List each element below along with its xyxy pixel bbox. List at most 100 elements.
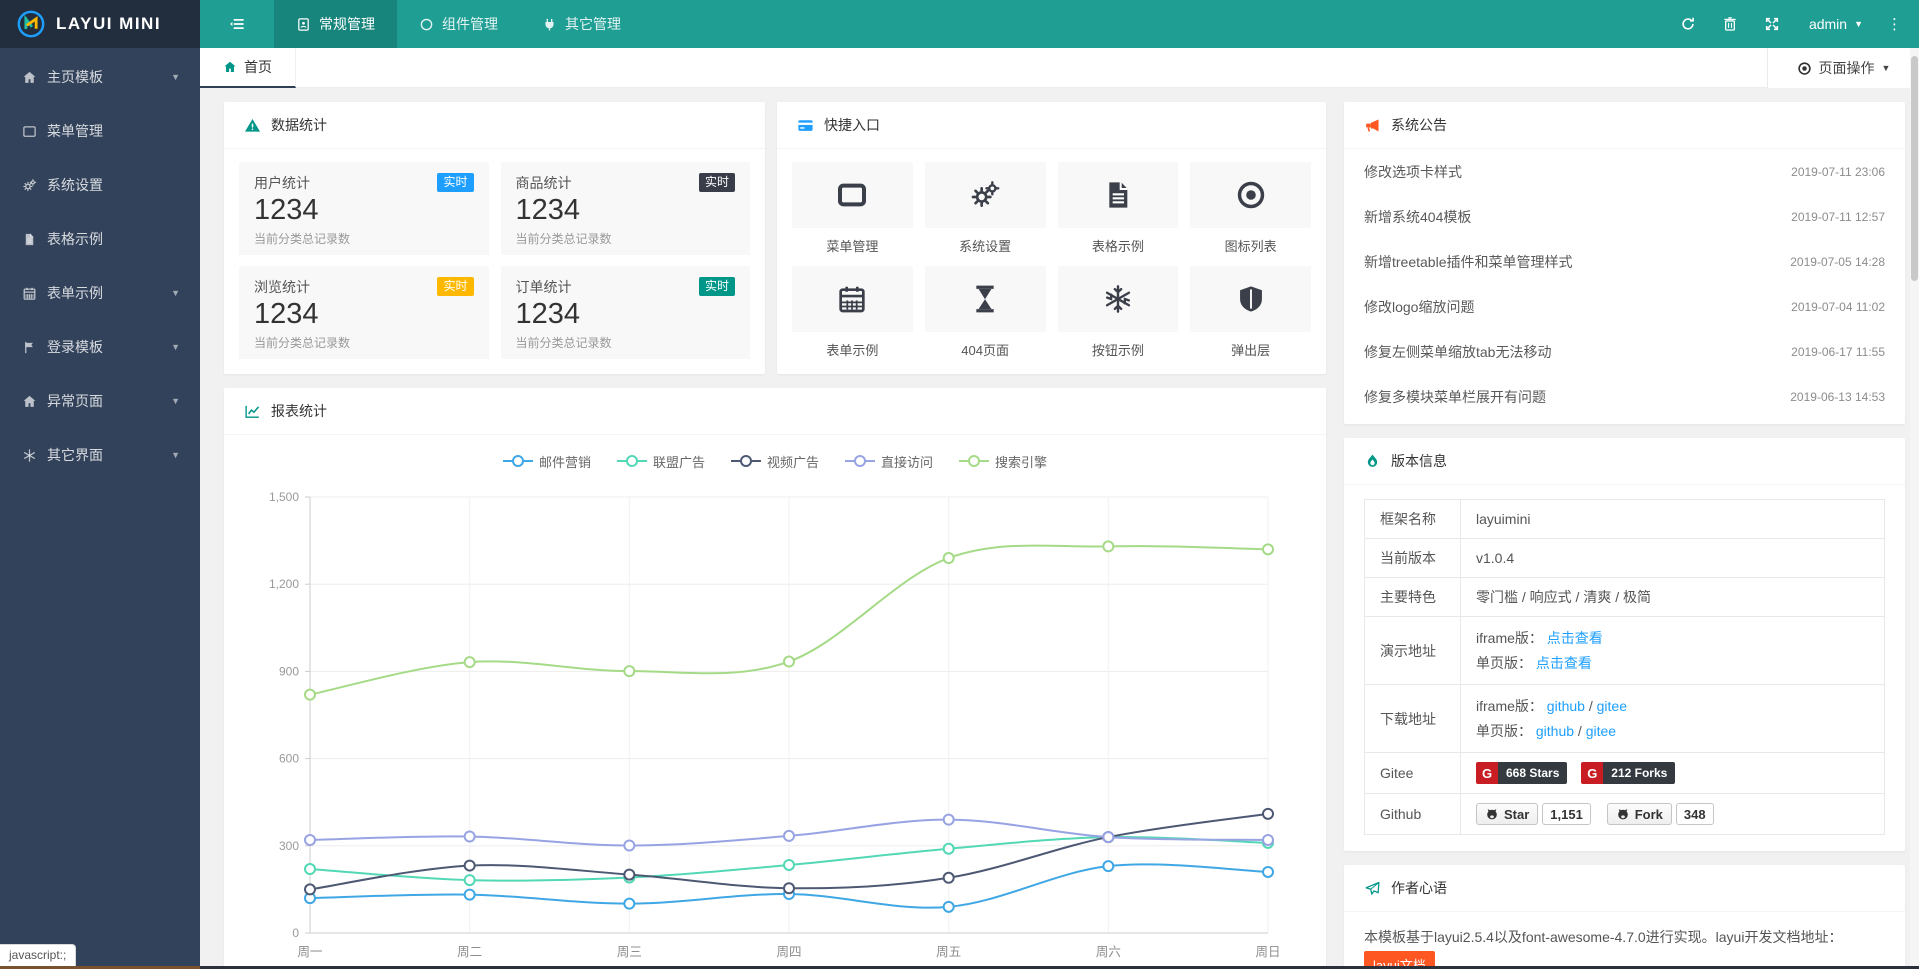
download-iframe-gitee-link[interactable]: gitee <box>1597 698 1627 714</box>
card-title: 版本信息 <box>1391 451 1447 471</box>
sidebar-item-table-example[interactable]: 表格示例 <box>0 214 200 264</box>
legend-item-视频广告[interactable]: 视频广告 <box>731 452 819 471</box>
github-fork-count[interactable]: 348 <box>1676 803 1714 825</box>
download-spa-github-link[interactable]: github <box>1536 723 1574 739</box>
sidebar-toggle-button[interactable] <box>200 0 274 48</box>
sidebar-item-label: 系统设置 <box>47 175 103 195</box>
legend-item-联盟广告[interactable]: 联盟广告 <box>617 452 705 471</box>
quick-item-form-example[interactable]: 表单示例 <box>792 266 913 364</box>
sidebar-item-home-templates[interactable]: 主页模板 ▼ <box>0 52 200 102</box>
gitee-stars-badge[interactable]: G668 Stars <box>1476 762 1567 784</box>
quick-item-icon-list[interactable]: 图标列表 <box>1190 162 1311 260</box>
stat-box-products[interactable]: 商品统计实时 1234 当前分类总记录数 <box>501 162 751 255</box>
sidebar-item-error-pages[interactable]: 异常页面 ▼ <box>0 376 200 426</box>
framework-features: 零门槛 / 响应式 / 清爽 / 极简 <box>1461 578 1885 617</box>
sidebar-item-label: 菜单管理 <box>47 121 103 141</box>
framework-name: layuimini <box>1461 500 1885 539</box>
line-chart-icon <box>244 403 261 420</box>
sidebar-item-other-ui[interactable]: 其它界面 ▼ <box>0 430 200 480</box>
username: admin <box>1809 16 1847 32</box>
link-preview-bubble: javascript:; <box>0 944 76 966</box>
card-title: 报表统计 <box>271 401 327 421</box>
announcement-row[interactable]: 修改logo缩放问题 2019-07-04 11:02 <box>1344 284 1905 329</box>
sidebar-item-form-example[interactable]: 表单示例 ▼ <box>0 268 200 318</box>
credit-card-icon <box>797 117 814 134</box>
legend-item-搜索引擎[interactable]: 搜索引擎 <box>959 452 1047 471</box>
fullscreen-button[interactable] <box>1751 0 1793 48</box>
hourglass-icon <box>969 283 1001 315</box>
logo-icon <box>16 9 46 39</box>
caret-down-icon: ▼ <box>1854 20 1863 29</box>
announcement-row[interactable]: 修复左侧菜单缩放tab无法移动 2019-06-17 11:55 <box>1344 329 1905 374</box>
github-star-button[interactable]: Star <box>1476 803 1538 825</box>
sidebar-item-menu-management[interactable]: 菜单管理 <box>0 106 200 156</box>
quick-item-popup-layer[interactable]: 弹出层 <box>1190 266 1311 364</box>
app-logo[interactable]: LAYUI MINI <box>0 0 200 48</box>
announcement-row[interactable]: 新增系统404模板 2019-07-11 12:57 <box>1344 194 1905 239</box>
dot-circle-icon <box>1797 61 1812 76</box>
announcement-row[interactable]: 新增treetable插件和菜单管理样式 2019-07-05 14:28 <box>1344 239 1905 284</box>
author-words-card: 作者心语 本模板基于layui2.5.4以及font-awesome-4.7.0… <box>1344 865 1905 969</box>
trash-icon <box>1722 16 1738 32</box>
quick-item-menu-management[interactable]: 菜单管理 <box>792 162 913 260</box>
snowflake-icon <box>1102 283 1134 315</box>
header-actions: admin ▼ ⋮ <box>1667 0 1919 48</box>
card-title: 快捷入口 <box>824 115 880 135</box>
quick-item-button-example[interactable]: 按钮示例 <box>1058 266 1179 364</box>
caret-down-icon: ▼ <box>1882 64 1891 73</box>
download-iframe-github-link[interactable]: github <box>1547 698 1585 714</box>
stat-name: 商品统计 <box>516 173 572 193</box>
scrollbar-thumb[interactable] <box>1911 56 1918 281</box>
tab-home[interactable]: 首页 <box>200 48 296 88</box>
sidebar-item-label: 登录模板 <box>47 337 103 357</box>
realtime-badge: 实时 <box>699 173 735 192</box>
sidebar-item-label: 其它界面 <box>47 445 103 465</box>
demo-spa-link[interactable]: 点击查看 <box>1536 655 1592 671</box>
quick-item-table-example[interactable]: 表格示例 <box>1058 162 1179 260</box>
gitee-forks-badge[interactable]: G212 Forks <box>1581 762 1675 784</box>
topnav-other-management[interactable]: 其它管理 <box>520 0 643 48</box>
realtime-badge: 实时 <box>437 277 473 296</box>
stat-box-users[interactable]: 用户统计实时 1234 当前分类总记录数 <box>239 162 489 255</box>
card-title: 数据统计 <box>271 115 327 135</box>
sidebar-item-label: 异常页面 <box>47 391 103 411</box>
clear-cache-button[interactable] <box>1709 0 1751 48</box>
logo-title: LAYUI MINI <box>56 14 161 34</box>
github-fork-button[interactable]: Fork <box>1607 803 1672 825</box>
announcement-row[interactable]: 修改选项卡样式 2019-07-11 23:06 <box>1344 149 1905 194</box>
sidebar-item-login-templates[interactable]: 登录模板 ▼ <box>0 322 200 372</box>
download-spa-gitee-link[interactable]: gitee <box>1586 723 1616 739</box>
table-row: Github Star 1,151 Fork 348 <box>1365 794 1885 835</box>
more-menu-button[interactable]: ⋮ <box>1879 15 1919 33</box>
svg-text:周六: 周六 <box>1096 945 1121 959</box>
home-icon <box>22 70 37 85</box>
github-star-count[interactable]: 1,151 <box>1542 803 1591 825</box>
refresh-button[interactable] <box>1667 0 1709 48</box>
legend-item-直接访问[interactable]: 直接访问 <box>845 452 933 471</box>
svg-text:周日: 周日 <box>1255 945 1280 959</box>
announcement-row[interactable]: 修复多模块菜单栏展开有问题 2019-06-13 14:53 <box>1344 374 1905 419</box>
page-actions-dropdown[interactable]: 页面操作 ▼ <box>1767 48 1919 88</box>
page-scrollbar[interactable] <box>1910 48 1919 966</box>
quick-item-system-settings[interactable]: 系统设置 <box>925 162 1046 260</box>
sidebar-item-system-settings[interactable]: 系统设置 <box>0 160 200 210</box>
quick-item-404-page[interactable]: 404页面 <box>925 266 1046 364</box>
user-dropdown[interactable]: admin ▼ <box>1793 16 1879 32</box>
legend-item-邮件营销[interactable]: 邮件营销 <box>503 452 591 471</box>
tab-home-label: 首页 <box>244 57 272 77</box>
legend-marker-icon <box>617 454 647 468</box>
svg-text:1,200: 1,200 <box>269 577 299 591</box>
stat-value: 1234 <box>254 194 474 227</box>
topnav-general-management[interactable]: 常规管理 <box>274 0 397 48</box>
topnav-component-management[interactable]: 组件管理 <box>397 0 520 48</box>
svg-text:300: 300 <box>279 839 299 853</box>
demo-iframe-link[interactable]: 点击查看 <box>1547 630 1603 646</box>
calendar-icon <box>836 283 868 315</box>
stat-box-orders[interactable]: 订单统计实时 1234 当前分类总记录数 <box>501 266 751 359</box>
caret-down-icon: ▼ <box>171 450 180 460</box>
svg-text:周一: 周一 <box>297 945 322 959</box>
asterisk-icon <box>22 448 37 463</box>
flag-icon <box>22 340 37 355</box>
stat-box-views[interactable]: 浏览统计实时 1234 当前分类总记录数 <box>239 266 489 359</box>
warning-triangle-icon <box>244 117 261 134</box>
